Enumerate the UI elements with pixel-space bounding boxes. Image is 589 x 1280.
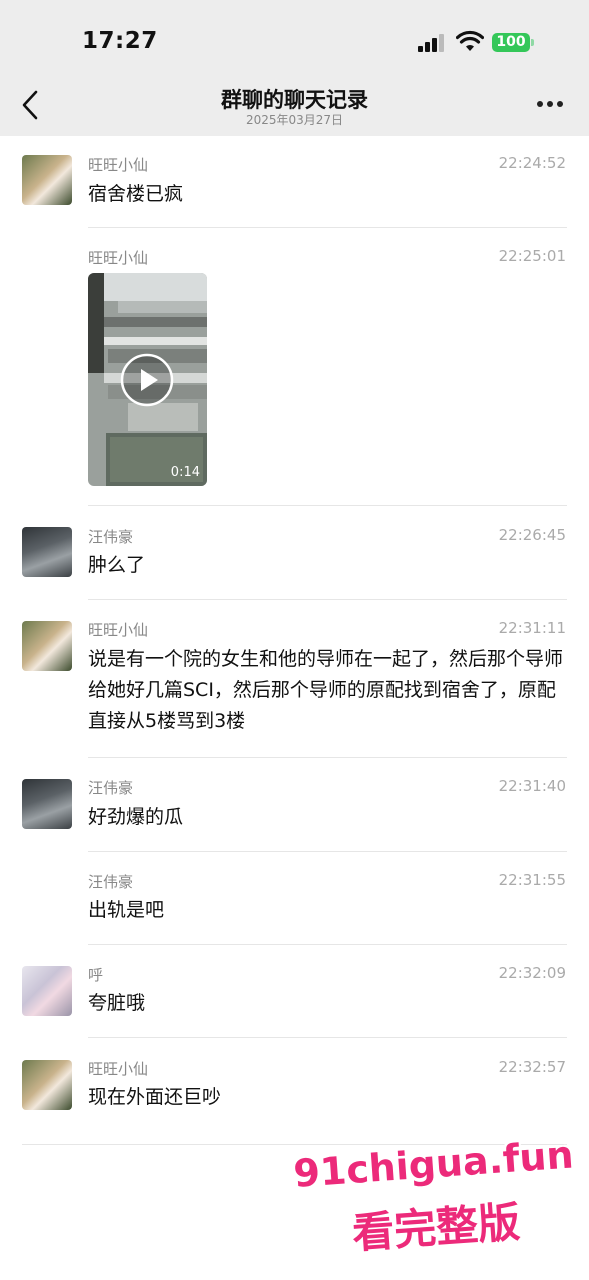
divider — [88, 851, 567, 852]
divider — [88, 757, 567, 758]
divider — [88, 227, 567, 228]
sender-name: 汪伟豪 — [88, 528, 134, 546]
message-text: 宿舍楼已疯 — [88, 183, 184, 205]
cellular-signal-icon — [418, 34, 448, 52]
avatar[interactable] — [22, 527, 72, 577]
avatar[interactable] — [22, 155, 72, 205]
battery-tip — [531, 39, 534, 46]
avatar[interactable] — [22, 1060, 72, 1110]
divider — [88, 944, 567, 945]
sender-name: 汪伟豪 — [88, 779, 134, 797]
sender-name: 汪伟豪 — [88, 873, 134, 891]
page-title: 群聊的聊天记录 — [221, 88, 368, 112]
sender-name: 旺旺小仙 — [88, 621, 149, 639]
message-time: 22:25:01 — [498, 247, 566, 265]
avatar[interactable] — [22, 966, 72, 1016]
divider — [88, 1037, 567, 1038]
avatar[interactable] — [22, 779, 72, 829]
message-text: 现在外面还巨吵 — [88, 1086, 222, 1108]
divider — [88, 505, 567, 506]
message-time: 22:31:40 — [498, 777, 566, 795]
page-date: 2025年03月27日 — [245, 113, 344, 127]
message-text: 好劲爆的瓜 — [88, 806, 184, 828]
more-options-button[interactable] — [535, 99, 565, 109]
status-time: 17:27 — [82, 28, 158, 54]
play-icon[interactable] — [120, 353, 174, 407]
message-time: 22:32:09 — [498, 964, 566, 982]
message-text: 说是有一个院的女生和他的导师在一起了，然后那个导师给她好几篇SCI，然后那个导师… — [88, 648, 564, 732]
message-time: 22:32:57 — [498, 1058, 566, 1076]
message-text: 夸脏哦 — [88, 992, 146, 1014]
wifi-icon — [456, 30, 484, 51]
watermark-caption: 看完整版 — [350, 1197, 522, 1258]
top-bar: 17:27 100 群聊的聊天记录 2025年03月27日 — [0, 0, 589, 136]
sender-name: 旺旺小仙 — [88, 249, 149, 267]
message-text: 肿么了 — [88, 554, 146, 576]
video-thumbnail[interactable]: 0:14 — [88, 273, 207, 486]
sender-name: 旺旺小仙 — [88, 156, 149, 174]
sender-name: 呼 — [88, 966, 104, 984]
message-text: 出轨是吧 — [88, 899, 165, 921]
battery-icon: 100 — [492, 33, 530, 52]
message-time: 22:31:11 — [498, 619, 566, 637]
sender-name: 旺旺小仙 — [88, 1060, 149, 1078]
avatar[interactable] — [22, 621, 72, 671]
video-duration: 0:14 — [170, 465, 200, 480]
message-time: 22:24:52 — [498, 154, 566, 172]
watermark-url: 91chigua.fun — [292, 1132, 575, 1196]
divider — [88, 599, 567, 600]
message-time: 22:31:55 — [498, 871, 566, 889]
message-time: 22:26:45 — [498, 526, 566, 544]
